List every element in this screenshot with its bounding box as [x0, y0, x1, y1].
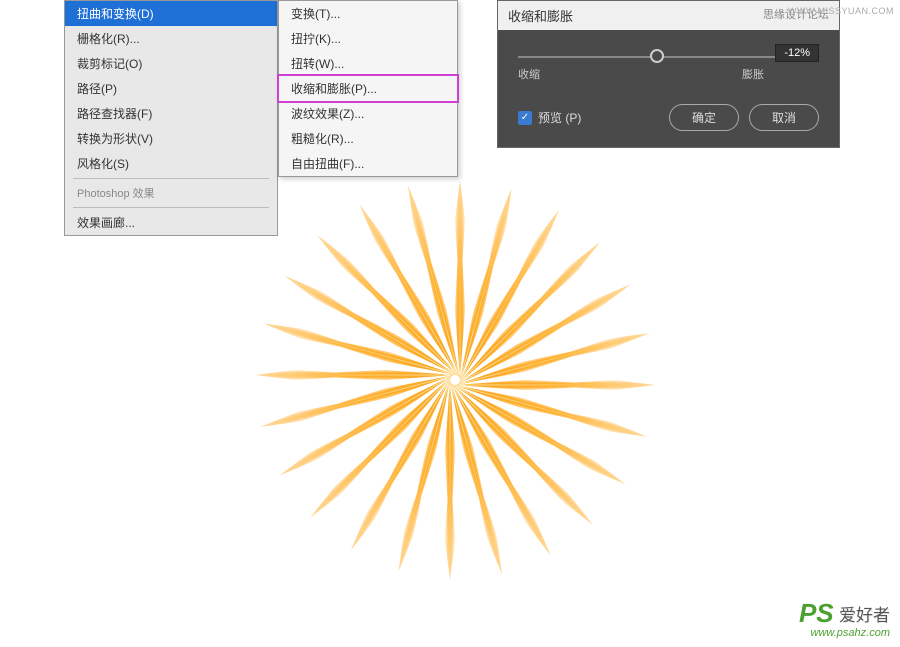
canvas-artwork: [250, 180, 650, 580]
menu-separator: [73, 207, 269, 208]
menu-separator: [73, 178, 269, 179]
slider-track: [518, 56, 819, 58]
watermark-bottom: PS 爱好者 www.psahz.com: [799, 598, 890, 639]
menu-item-distort-transform[interactable]: 扭曲和变换(D): [65, 1, 277, 26]
submenu-item-free-distort[interactable]: 自由扭曲(F)...: [279, 151, 457, 176]
amount-slider[interactable]: -12%: [518, 48, 819, 50]
slider-thumb[interactable]: [650, 49, 664, 63]
menu-item-rasterize[interactable]: 栅格化(R)...: [65, 26, 277, 51]
slider-min-label: 收缩: [518, 66, 540, 82]
slider-value-box[interactable]: -12%: [775, 44, 819, 62]
menu-item-crop-marks[interactable]: 裁剪标记(O): [65, 51, 277, 76]
submenu-item-transform[interactable]: 变换(T)...: [279, 1, 457, 26]
submenu-item-roughen[interactable]: 粗糙化(R)...: [279, 126, 457, 151]
ok-button[interactable]: 确定: [669, 104, 739, 131]
submenu-item-pucker-bloat[interactable]: 收缩和膨胀(P)...: [277, 74, 459, 103]
dialog-title-text: 收缩和膨胀: [508, 6, 573, 25]
watermark-label: 爱好者: [839, 601, 890, 626]
watermark-url: www.psahz.com: [799, 627, 890, 639]
starburst-ray: [455, 380, 655, 390]
cancel-button[interactable]: 取消: [749, 104, 819, 131]
submenu-item-twist[interactable]: 扭拧(K)...: [279, 26, 457, 51]
menu-item-path[interactable]: 路径(P): [65, 76, 277, 101]
submenu-item-rotate[interactable]: 扭转(W)...: [279, 51, 457, 76]
starburst-shape: [250, 180, 650, 580]
menu-section-photoshop: Photoshop 效果: [65, 181, 277, 205]
starburst-ray: [445, 380, 455, 580]
starburst-ray: [455, 180, 465, 380]
preview-checkbox[interactable]: ✓: [518, 111, 532, 125]
starburst-ray: [255, 370, 455, 380]
distort-submenu: 变换(T)... 扭拧(K)... 扭转(W)... 收缩和膨胀(P)... 波…: [278, 0, 458, 177]
menu-item-convert-shape[interactable]: 转换为形状(V): [65, 126, 277, 151]
menu-item-effects-gallery[interactable]: 效果画廊...: [65, 210, 277, 235]
preview-checkbox-row[interactable]: ✓ 预览 (P): [518, 109, 581, 126]
menu-item-pathfinder[interactable]: 路径查找器(F): [65, 101, 277, 126]
watermark-top: WWW.MISSYUAN.COM: [788, 6, 894, 16]
menu-item-stylize[interactable]: 风格化(S): [65, 151, 277, 176]
pucker-bloat-dialog: 收缩和膨胀 思缘设计论坛 -12% 收缩 膨胀 ✓ 预览 (P) 确定 取消: [497, 0, 840, 148]
slider-max-label: 膨胀: [742, 66, 764, 82]
watermark-ps: PS: [799, 598, 834, 629]
preview-label: 预览 (P): [538, 109, 581, 126]
submenu-item-ripple[interactable]: 波纹效果(Z)...: [279, 101, 457, 126]
effects-menu: 扭曲和变换(D) 栅格化(R)... 裁剪标记(O) 路径(P) 路径查找器(F…: [64, 0, 278, 236]
